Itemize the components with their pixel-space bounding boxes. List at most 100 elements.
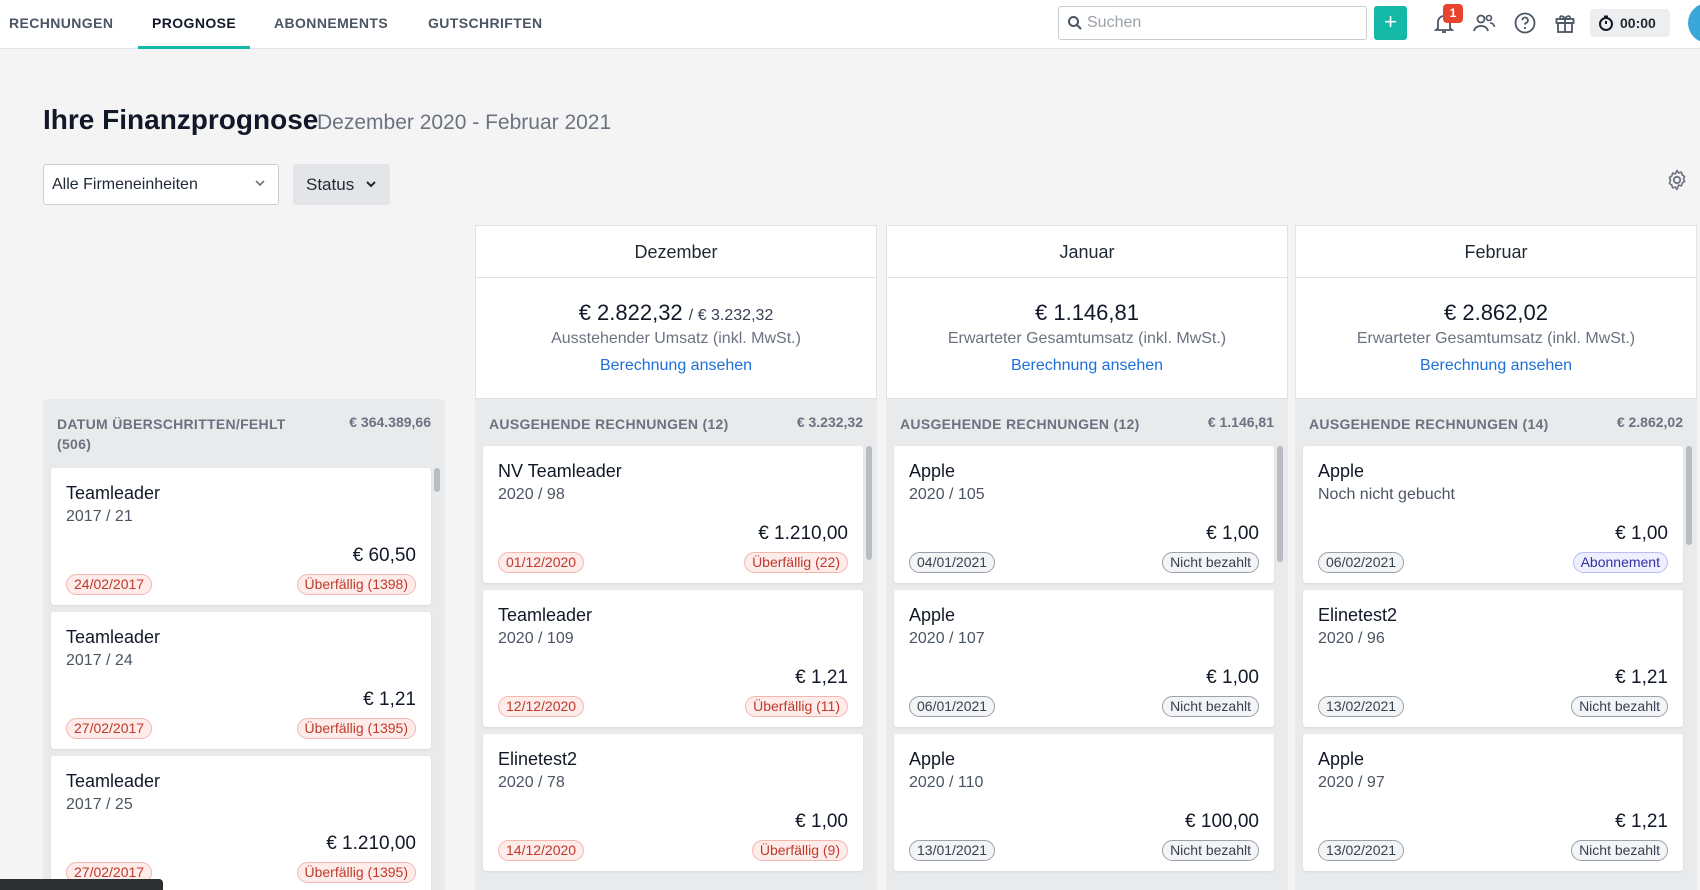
status-filter-button[interactable]: Status <box>293 164 390 205</box>
february-invoices-column: AUSGEHENDE RECHNUNGEN (14) € 2.862,02 Ap… <box>1295 399 1697 890</box>
date-badge: 14/12/2020 <box>498 840 585 861</box>
column-header: AUSGEHENDE RECHNUNGEN (12) <box>489 416 729 432</box>
customer-name: Elinetest2 <box>498 749 578 769</box>
card-list: Teamleader 2017 / 21 € 60,50 24/02/2017 … <box>51 468 431 890</box>
month-description: Ausstehender Umsatz (inkl. MwSt.) <box>551 330 801 347</box>
view-calculation-link[interactable]: Berechnung ansehen <box>887 357 1287 375</box>
invoice-number: 2020 / 105 <box>909 486 985 503</box>
page-date-range: Dezember 2020 - Februar 2021 <box>317 111 612 134</box>
column-total: € 2.862,02 <box>1616 414 1683 430</box>
invoice-card[interactable]: Elinetest2 2020 / 78 € 1,00 14/12/2020 Ü… <box>483 734 863 871</box>
scrollbar[interactable] <box>866 446 872 560</box>
invoice-amount: € 60,50 <box>352 545 416 566</box>
month-title: Januar <box>887 226 1287 278</box>
customer-name: NV Teamleader <box>498 461 622 481</box>
month-amount-value: € 2.822,32 <box>578 300 683 325</box>
invoice-amount: € 1,00 <box>1615 523 1668 544</box>
customer-name: Apple <box>1318 749 1365 769</box>
help-icon[interactable] <box>1513 11 1537 35</box>
invoice-card[interactable]: Elinetest2 2020 / 96 € 1,21 13/02/2021 N… <box>1303 590 1683 727</box>
date-badge: 27/02/2017 <box>66 718 153 739</box>
date-badge: 24/02/2017 <box>66 574 153 595</box>
status-badge: Nicht bezahlt <box>1571 840 1668 861</box>
invoice-number: 2020 / 98 <box>498 486 565 503</box>
customer-name: Teamleader <box>66 483 161 503</box>
top-navigation: RECHNUNGEN PROGNOSE ABONNEMENTS GUTSCHRI… <box>0 0 1700 49</box>
invoice-number: Noch nicht gebucht <box>1318 486 1455 503</box>
invoice-number: 2020 / 109 <box>498 630 574 647</box>
timer-value: 00:00 <box>1620 15 1656 31</box>
invoice-amount: € 1,21 <box>1615 667 1668 688</box>
invoice-number: 2020 / 110 <box>909 774 984 791</box>
column-total: € 3.232,32 <box>796 414 863 430</box>
january-invoices-column: AUSGEHENDE RECHNUNGEN (12) € 1.146,81 Ap… <box>886 399 1288 890</box>
invoice-card[interactable]: Teamleader 2017 / 25 € 1.210,00 27/02/20… <box>51 756 431 890</box>
gift-icon[interactable] <box>1553 11 1577 35</box>
invoice-amount: € 1.210,00 <box>758 523 848 544</box>
month-title: Dezember <box>476 226 876 278</box>
month-panel-dezember: Dezember € 2.822,32 / € 3.232,32 Aussteh… <box>475 225 877 399</box>
invoice-amount: € 1,21 <box>363 689 416 710</box>
status-badge: Nicht bezahlt <box>1162 840 1259 861</box>
month-description: Erwarteter Gesamtumsatz (inkl. MwSt.) <box>947 330 1227 347</box>
customer-name: Apple <box>909 461 956 481</box>
invoice-number: 2020 / 107 <box>909 630 985 647</box>
search-icon <box>1068 16 1082 30</box>
invoice-card[interactable]: Apple 2020 / 105 € 1,00 04/01/2021 Nicht… <box>894 446 1274 583</box>
invoice-amount: € 1,00 <box>1206 523 1259 544</box>
overdue-column: DATUM ÜBERSCHRITTEN/FEHLT (506) € 364.38… <box>43 399 445 890</box>
invoice-number: 2017 / 25 <box>66 796 133 813</box>
card-list: NV Teamleader 2020 / 98 € 1.210,00 01/12… <box>483 446 863 878</box>
chevron-down-icon <box>366 181 376 188</box>
invoice-card[interactable]: Apple 2020 / 110 € 100,00 13/01/2021 Nic… <box>894 734 1274 871</box>
scrollbar[interactable] <box>434 468 440 492</box>
entity-select[interactable]: Alle Firmeneinheiten <box>43 164 279 205</box>
month-panel-februar: Februar € 2.862,02 Erwarteter Gesamtumsa… <box>1295 225 1697 399</box>
invoice-card[interactable]: Teamleader 2020 / 109 € 1,21 12/12/2020 … <box>483 590 863 727</box>
tab-gutschriften[interactable]: GUTSCHRIFTEN <box>428 0 542 49</box>
notification-badge: 1 <box>1443 4 1463 23</box>
invoice-card[interactable]: Teamleader 2017 / 21 € 60,50 24/02/2017 … <box>51 468 431 605</box>
date-badge: 13/01/2021 <box>909 840 996 861</box>
month-amount: € 2.822,32 / € 3.232,32 <box>476 300 876 326</box>
view-calculation-link[interactable]: Berechnung ansehen <box>476 357 876 375</box>
status-badge: Nicht bezahlt <box>1571 696 1668 717</box>
tab-abonnements[interactable]: ABONNEMENTS <box>274 0 388 49</box>
scrollbar[interactable] <box>1686 446 1692 545</box>
invoice-card[interactable]: Teamleader 2017 / 24 € 1,21 27/02/2017 Ü… <box>51 612 431 749</box>
month-description: Erwarteter Gesamtumsatz (inkl. MwSt.) <box>1356 330 1636 347</box>
date-badge: 04/01/2021 <box>909 552 996 573</box>
add-button[interactable]: + <box>1374 6 1407 40</box>
avatar[interactable] <box>1688 3 1700 43</box>
page-title: Ihre Finanzprognose <box>43 104 319 135</box>
date-badge: 06/01/2021 <box>909 696 996 717</box>
status-badge: Überfällig (22) <box>744 552 848 573</box>
month-amount: € 1.146,81 <box>887 300 1287 326</box>
status-badge: Überfällig (1395) <box>296 862 416 883</box>
invoice-number: 2020 / 97 <box>1318 774 1385 791</box>
entity-select-value: Alle Firmeneinheiten <box>52 176 198 193</box>
invoice-card[interactable]: Apple 2020 / 97 € 1,21 13/02/2021 Nicht … <box>1303 734 1683 871</box>
customer-name: Elinetest2 <box>1318 605 1398 625</box>
date-badge: 13/02/2021 <box>1318 840 1405 861</box>
scrollbar[interactable] <box>1277 446 1283 562</box>
customer-name: Teamleader <box>498 605 593 625</box>
date-badge: 12/12/2020 <box>498 696 585 717</box>
bottom-toast <box>0 879 163 890</box>
column-total: € 1.146,81 <box>1207 414 1274 430</box>
tab-prognose[interactable]: PROGNOSE <box>137 0 251 49</box>
invoice-card[interactable]: Apple 2020 / 107 € 1,00 06/01/2021 Nicht… <box>894 590 1274 727</box>
month-amount-total: / € 3.232,32 <box>688 307 774 324</box>
time-tracker-button[interactable]: 00:00 <box>1590 9 1670 37</box>
invoice-number: 2020 / 78 <box>498 774 565 791</box>
search-input[interactable] <box>1087 8 1362 38</box>
gear-icon[interactable] <box>1665 168 1689 192</box>
invoice-card[interactable]: Apple Noch nicht gebucht € 1,00 06/02/20… <box>1303 446 1683 583</box>
view-calculation-link[interactable]: Berechnung ansehen <box>1296 357 1696 375</box>
card-list: Apple Noch nicht gebucht € 1,00 06/02/20… <box>1303 446 1683 878</box>
column-total: € 364.389,66 <box>349 414 431 430</box>
tab-rechnungen[interactable]: RECHNUNGEN <box>9 0 113 49</box>
users-icon[interactable] <box>1472 11 1496 35</box>
invoice-card[interactable]: NV Teamleader 2020 / 98 € 1.210,00 01/12… <box>483 446 863 583</box>
month-amount: € 2.862,02 <box>1296 300 1696 326</box>
